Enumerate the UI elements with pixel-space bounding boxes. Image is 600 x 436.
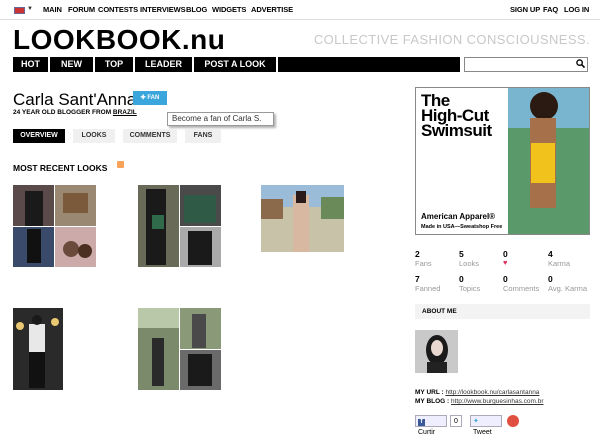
uk-flag-icon[interactable] bbox=[14, 7, 25, 14]
stat-karma-value[interactable]: 4 bbox=[548, 249, 553, 259]
nav-top[interactable]: TOP bbox=[95, 57, 135, 72]
my-blog-link[interactable]: http://www.burguesinhas.com.br bbox=[451, 398, 544, 405]
stat-fans-value[interactable]: 2 bbox=[415, 249, 420, 259]
look-thumbnail-4[interactable] bbox=[13, 308, 63, 390]
look-thumbnail-1[interactable] bbox=[13, 185, 96, 267]
my-url-label: MY URL : bbox=[415, 389, 444, 396]
topnav-widgets[interactable]: WIDGETS bbox=[212, 5, 246, 14]
look-thumbnail-5[interactable] bbox=[138, 308, 221, 390]
tab-comments[interactable]: COMMENTS bbox=[123, 129, 177, 143]
stumbleupon-icon[interactable] bbox=[507, 415, 519, 427]
tab-fans[interactable]: FANS bbox=[185, 129, 221, 143]
facebook-icon: f bbox=[418, 419, 425, 426]
country-link[interactable]: BRAZIL bbox=[113, 109, 137, 116]
stat-fanned-value[interactable]: 7 bbox=[415, 274, 420, 284]
rss-icon[interactable] bbox=[117, 161, 124, 168]
nav-new[interactable]: NEW bbox=[50, 57, 95, 72]
tab-looks[interactable]: LOOKS bbox=[73, 129, 115, 143]
nav-hot[interactable]: HOT bbox=[13, 57, 50, 72]
search-icon[interactable] bbox=[576, 59, 586, 70]
facebook-like-button[interactable]: f Curtir bbox=[415, 415, 447, 436]
facebook-like-count: 0 bbox=[450, 415, 462, 427]
topnav-main[interactable]: MAIN bbox=[43, 5, 62, 14]
stat-fans-label[interactable]: Fans bbox=[415, 259, 432, 268]
fan-tooltip: Become a fan of Carla S. bbox=[167, 112, 274, 126]
profile-description: 24 YEAR OLD BLOGGER FROM bbox=[13, 109, 113, 116]
faq-link[interactable]: FAQ bbox=[543, 5, 558, 14]
topnav-contests[interactable]: CONTESTS bbox=[98, 5, 138, 14]
look-thumbnail-2[interactable] bbox=[138, 185, 221, 267]
profile-subline: 24 YEAR OLD BLOGGER FROM BRAZIL bbox=[13, 109, 137, 116]
topnav-blog[interactable]: BLOG bbox=[186, 5, 207, 14]
twitter-icon: ✦ bbox=[473, 418, 479, 425]
stat-looks-value[interactable]: 5 bbox=[459, 249, 464, 259]
stat-avg-karma-value[interactable]: 0 bbox=[548, 274, 553, 284]
search-input[interactable] bbox=[464, 57, 588, 72]
stat-topics-value[interactable]: 0 bbox=[459, 274, 464, 284]
stat-karma-label[interactable]: Karma bbox=[548, 259, 570, 268]
tab-overview[interactable]: OVERVIEW bbox=[13, 129, 65, 143]
my-blog-label: MY BLOG : bbox=[415, 398, 450, 405]
nav-post-a-look[interactable]: POST A LOOK bbox=[194, 57, 278, 72]
fan-button[interactable]: ✚ FAN bbox=[133, 91, 167, 105]
tweet-button[interactable]: ✦ Tweet bbox=[470, 415, 502, 436]
ad-headline-line-3: Swimsuit bbox=[421, 121, 492, 140]
my-url-row: MY URL : http://lookbook.nu/carlasantann… bbox=[415, 389, 539, 396]
chevron-down-icon[interactable]: ▼ bbox=[27, 6, 33, 12]
about-me-header: ABOUT ME bbox=[415, 304, 590, 319]
topnav-forum[interactable]: FORUM bbox=[68, 5, 95, 14]
facebook-like-label: Curtir bbox=[418, 429, 436, 436]
top-bar: ▼ MAIN FORUM CONTESTS INTERVIEWS BLOG WI… bbox=[0, 0, 600, 20]
stat-avg-karma-label[interactable]: Avg. Karma bbox=[548, 284, 587, 293]
my-url-link[interactable]: http://lookbook.nu/carlasantanna bbox=[445, 389, 539, 396]
profile-name: Carla Sant'Anna bbox=[13, 90, 137, 109]
ad-brand: American Apparel® bbox=[421, 212, 496, 221]
heart-icon[interactable]: ♥ bbox=[503, 258, 507, 267]
stat-looks-label[interactable]: Looks bbox=[459, 259, 479, 268]
log-in-link[interactable]: LOG IN bbox=[564, 5, 589, 14]
section-title: MOST RECENT LOOKS bbox=[13, 163, 108, 173]
ad-subline: Made in USA—Sweatshop Free bbox=[421, 224, 503, 230]
look-thumbnail-3[interactable] bbox=[261, 185, 344, 252]
stat-comments-label[interactable]: Comments bbox=[503, 284, 539, 293]
avatar[interactable] bbox=[415, 330, 458, 373]
american-apparel-ad[interactable]: The High-Cut Swimsuit American Apparel® … bbox=[415, 87, 590, 235]
tweet-label: Tweet bbox=[473, 429, 492, 436]
main-nav: HOT NEW TOP LEADER POST A LOOK bbox=[13, 57, 460, 72]
stat-comments-value[interactable]: 0 bbox=[503, 274, 508, 284]
stat-fanned-label[interactable]: Fanned bbox=[415, 284, 440, 293]
nav-leader[interactable]: LEADER bbox=[135, 57, 194, 72]
topnav-interviews[interactable]: INTERVIEWS bbox=[140, 5, 186, 14]
sign-up-link[interactable]: SIGN UP bbox=[510, 5, 540, 14]
ad-headline: The High-Cut Swimsuit bbox=[421, 92, 492, 140]
site-tagline: COLLECTIVE FASHION CONSCIOUSNESS. bbox=[313, 32, 590, 47]
site-logo[interactable]: LOOKBOOK.nu bbox=[13, 24, 225, 56]
topnav-advertise[interactable]: ADVERTISE bbox=[251, 5, 293, 14]
my-blog-row: MY BLOG : http://www.burguesinhas.com.br bbox=[415, 398, 544, 405]
stat-topics-label[interactable]: Topics bbox=[459, 284, 480, 293]
